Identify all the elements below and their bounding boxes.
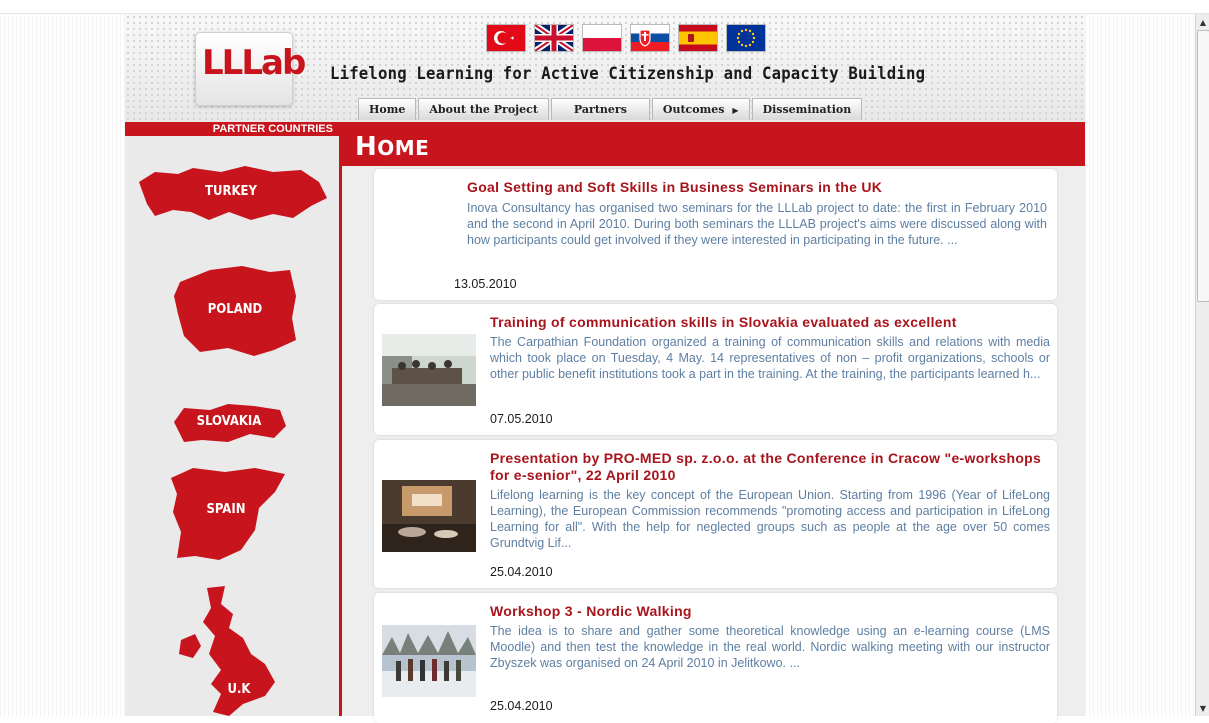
tab-about-the-project[interactable]: About the Project <box>418 98 549 120</box>
country-poland[interactable]: POLAND <box>170 262 300 358</box>
site-header: LLLab Lifelong Learning for Active Citiz… <box>125 14 1085 122</box>
news-excerpt: The idea is to share and gather some the… <box>490 624 1050 670</box>
spain-flag[interactable] <box>678 24 718 52</box>
news-title[interactable]: Presentation by PRO-MED sp. z.o.o. at th… <box>490 450 1050 484</box>
tab-outcomes[interactable]: Outcomes ▶ <box>651 98 750 120</box>
page-background-right <box>1085 14 1195 716</box>
site-logo[interactable]: LLLab <box>195 32 306 106</box>
page-title: HOME <box>355 132 429 162</box>
page-title-first: H <box>355 132 378 162</box>
country-label-poland: POLAND <box>207 302 263 317</box>
news-item: Presentation by PRO-MED sp. z.o.o. at th… <box>374 440 1057 588</box>
turkey-flag[interactable] <box>486 24 526 52</box>
country-label-slovakia: SLOVAKIA <box>196 414 262 429</box>
main-navigation: Home About the Project Partners Outcomes… <box>358 98 863 120</box>
news-thumbnail-image[interactable] <box>382 334 476 406</box>
country-label-turkey: TURKEY <box>204 184 257 199</box>
slovakia-flag[interactable] <box>630 24 670 52</box>
news-thumbnail-image[interactable] <box>382 480 476 552</box>
page-title-rest: OME <box>377 136 430 160</box>
tab-about-label: About the Project <box>429 103 538 116</box>
spain-flag-icon <box>688 34 694 42</box>
tab-partners-label: Partners <box>573 103 627 116</box>
uk-flag[interactable] <box>534 24 574 52</box>
news-excerpt: Inova Consultancy has organised two semi… <box>467 201 1047 247</box>
news-title[interactable]: Training of communication skills in Slov… <box>490 314 1050 331</box>
tab-dissemination[interactable]: Dissemination <box>751 98 863 120</box>
browser-top-edge <box>0 0 1209 14</box>
country-slovakia[interactable]: SLOVAKIA <box>170 400 288 446</box>
news-title[interactable]: Workshop 3 - Nordic Walking <box>490 603 1050 620</box>
scroll-down-icon[interactable]: ▼ <box>1196 702 1209 716</box>
poland-flag[interactable] <box>582 24 622 52</box>
turkey-flag-icon <box>494 31 514 45</box>
eu-flag[interactable] <box>726 24 766 52</box>
news-date: 07.05.2010 <box>490 412 553 426</box>
eu-stars-icon <box>736 28 756 48</box>
tab-outcomes-label: Outcomes <box>662 103 725 116</box>
country-label-spain: SPAIN <box>206 502 246 517</box>
sidebar-heading: PARTNER COUNTRIES <box>125 122 339 136</box>
news-date: 13.05.2010 <box>454 277 517 291</box>
scroll-thumb[interactable] <box>1197 30 1209 302</box>
news-excerpt: Lifelong learning is the key concept of … <box>490 488 1050 550</box>
news-item: Training of communication skills in Slov… <box>374 304 1057 435</box>
page-title-bar: HOME <box>339 122 1085 166</box>
news-date: 25.04.2010 <box>490 699 553 713</box>
news-excerpt: The Carpathian Foundation organized a tr… <box>490 335 1050 381</box>
country-spain[interactable]: SPAIN <box>163 462 289 564</box>
country-label-uk: U.K <box>227 682 251 697</box>
page-background-left <box>0 14 125 716</box>
submenu-arrow-icon: ▶ <box>732 105 739 115</box>
country-turkey[interactable]: TURKEY <box>133 160 329 226</box>
tab-dissemination-label: Dissemination <box>762 103 852 116</box>
slovakia-flag-icon <box>639 29 651 47</box>
tab-home[interactable]: Home <box>358 98 417 120</box>
country-uk[interactable]: U.K <box>173 584 285 716</box>
scroll-up-icon[interactable]: ▲ <box>1196 16 1209 30</box>
news-date: 25.04.2010 <box>490 565 553 579</box>
vertical-scrollbar[interactable]: ▲ ▼ <box>1195 14 1209 716</box>
news-item: Goal Setting and Soft Skills in Business… <box>374 169 1057 300</box>
tab-home-label: Home <box>369 103 406 116</box>
partner-countries-sidebar: PARTNER COUNTRIES TURKEY POLAND SLOVAKIA… <box>125 122 339 716</box>
tab-partners[interactable]: Partners <box>550 98 650 120</box>
logo-text: LLLab <box>202 43 306 83</box>
uk-flag-icon <box>535 25 573 51</box>
news-thumbnail-image[interactable] <box>382 625 476 697</box>
news-title[interactable]: Goal Setting and Soft Skills in Business… <box>467 179 1047 196</box>
news-list: Goal Setting and Soft Skills in Business… <box>339 166 1085 723</box>
news-item: Workshop 3 - Nordic Walking The idea is … <box>374 593 1057 723</box>
site-title: Lifelong Learning for Active Citizenship… <box>330 64 926 84</box>
language-flags <box>486 24 766 52</box>
